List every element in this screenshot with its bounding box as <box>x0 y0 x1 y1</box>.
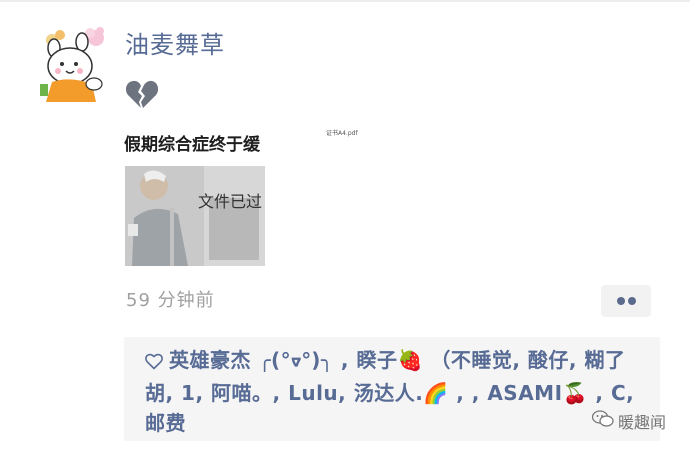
heart-outline-icon <box>145 348 163 378</box>
likes-list[interactable]: 英雄豪杰 ╭(°ᢦ°)╮ , 睽子🍓 （不睡觉, 酸仔, 糊了胡, 1, 阿喵。… <box>145 348 634 435</box>
more-actions-button[interactable] <box>601 285 651 317</box>
post-timestamp: 59 分钟前 <box>126 290 215 311</box>
more-dot-icon <box>617 297 625 305</box>
image-caption-small: 证书A4.pdf <box>326 130 358 137</box>
moments-post: 油麦舞草 假期综合症终于缓 文件已过 证书A4.pdf 59 分钟前 英雄豪杰 … <box>0 0 690 452</box>
image-caption-top: 假期综合症终于缓 <box>124 135 260 155</box>
cartoon-avatar-icon <box>40 26 108 102</box>
watermark-text: 暖趣闻 <box>618 413 667 432</box>
watermark: 暖趣闻 <box>591 407 667 435</box>
likes-panel: 英雄豪杰 ╭(°ᢦ°)╮ , 睽子🍓 （不睡觉, 酸仔, 糊了胡, 1, 阿喵。… <box>124 337 660 441</box>
more-dot-icon <box>628 297 636 305</box>
avatar[interactable] <box>40 26 108 102</box>
image-caption-side: 文件已过 <box>198 192 263 211</box>
wechat-logo-icon <box>591 410 614 432</box>
post-image[interactable]: 假期综合症终于缓 文件已过 证书A4.pdf <box>124 128 366 268</box>
divider <box>0 0 690 2</box>
username-link[interactable]: 油麦舞草 <box>125 28 225 62</box>
broken-heart-icon <box>125 78 159 110</box>
